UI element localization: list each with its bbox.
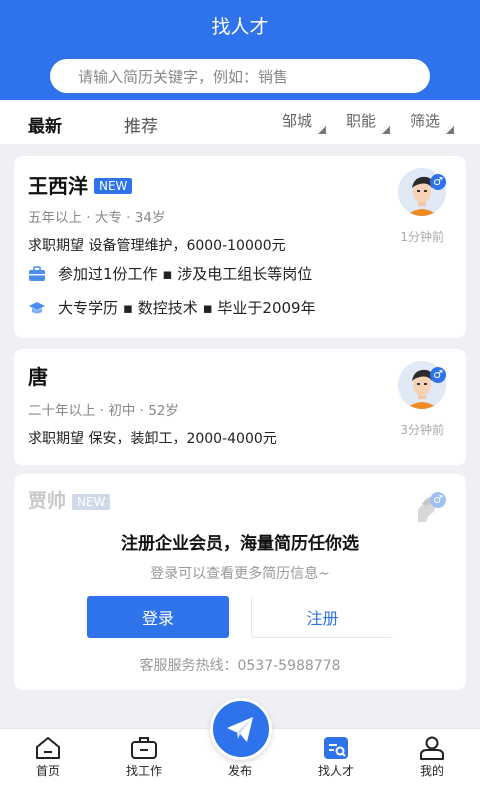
home-icon [36, 737, 60, 759]
job-filter-label: 职能 [346, 112, 377, 130]
male-gender-icon: ♂ [430, 492, 446, 508]
job-expectation: 求职期望 设备管理维护，6000-10000元 [28, 238, 286, 254]
city-filter-label: 邹城 [282, 112, 313, 130]
more-filter-label: 筛选 [410, 112, 441, 130]
app-header: 找人才 请输入简历关键字，例如：销售 [0, 0, 480, 100]
user-icon [420, 736, 444, 760]
blurred-candidate-name: 贾帅 [28, 490, 67, 512]
nav-find-talent[interactable]: 找人才 [288, 729, 384, 800]
male-gender-icon: ♂ [430, 367, 446, 383]
job-filter[interactable]: 职能 [346, 110, 391, 134]
search-placeholder: 请输入简历关键字，例如：销售 [78, 67, 289, 86]
briefcase-icon [29, 265, 45, 281]
nav-publish-label: 发布 [227, 764, 252, 778]
search-talent-icon [324, 737, 348, 759]
new-badge: NEW [94, 177, 133, 194]
promo-subtitle: 登录可以查看更多简历信息~ [150, 566, 330, 582]
register-button[interactable]: 注册 [251, 596, 393, 638]
blurred-candidate-name-row: 贾帅 NEW [28, 486, 111, 513]
briefcase-icon [131, 737, 157, 759]
nav-find-talent-label: 找人才 [317, 764, 354, 778]
login-button[interactable]: 登录 [87, 596, 229, 638]
nav-mine[interactable]: 我的 [384, 729, 480, 800]
dropdown-triangle-icon [382, 126, 391, 134]
candidate-meta: 五年以上 · 大专 · 34岁 [28, 210, 166, 226]
candidate-name: 唐 [28, 365, 48, 389]
more-filter[interactable]: 筛选 [410, 110, 455, 134]
work-experience-row: 参加过1份工作 ▪ 涉及电工组长等岗位 [28, 263, 312, 284]
service-hotline: 客服服务热线：0537-5988778 [139, 658, 341, 674]
register-promo-card: 贾帅 NEW ♂ 注册企业会员，海量简历任你选 登录可以查看更多简历信息~ 登录 … [14, 474, 466, 690]
candidate-name: 王西洋 [28, 174, 88, 198]
resume-card[interactable]: 王西洋 NEW 五年以上 · 大专 · 34岁 求职期望 设备管理维护，6000-… [14, 156, 466, 338]
update-time: 1分钟前 [400, 230, 444, 244]
promo-title: 注册企业会员，海量简历任你选 [121, 534, 359, 554]
nav-find-job[interactable]: 找工作 [96, 729, 192, 800]
graduation-cap-icon [29, 301, 45, 313]
send-icon [227, 717, 253, 742]
candidate-name-row: 王西洋 NEW [28, 170, 133, 199]
tab-recommend[interactable]: 推荐 [124, 112, 158, 137]
dropdown-triangle-icon [318, 126, 327, 134]
education-row: 大专学历 ▪ 数控技术 ▪ 毕业于2009年 [28, 297, 316, 318]
male-gender-icon: ♂ [430, 174, 446, 190]
update-time: 3分钟前 [400, 423, 444, 437]
nav-mine-label: 我的 [419, 764, 444, 778]
resume-card[interactable]: 唐 二十年以上 · 初中 · 52岁 求职期望 保安，装卸工，2000-4000… [14, 349, 466, 465]
filter-bar: 最新 推荐 邹城 职能 筛选 [0, 100, 480, 144]
city-filter[interactable]: 邹城 [282, 110, 327, 134]
nav-home[interactable]: 首页 [0, 729, 96, 800]
tab-latest[interactable]: 最新 [28, 112, 62, 137]
dropdown-triangle-icon [446, 126, 455, 134]
page-title: 找人才 [211, 16, 269, 38]
education-text: 大专学历 ▪ 数控技术 ▪ 毕业于2009年 [58, 299, 316, 317]
work-experience-text: 参加过1份工作 ▪ 涉及电工组长等岗位 [58, 265, 313, 283]
publish-button[interactable] [210, 698, 272, 760]
job-expectation: 求职期望 保安，装卸工，2000-4000元 [28, 431, 277, 447]
new-badge: NEW [72, 493, 111, 510]
candidate-meta: 二十年以上 · 初中 · 52岁 [28, 403, 179, 419]
nav-home-label: 首页 [35, 764, 60, 778]
nav-find-job-label: 找工作 [125, 764, 162, 778]
search-input[interactable]: 请输入简历关键字，例如：销售 [50, 59, 430, 93]
